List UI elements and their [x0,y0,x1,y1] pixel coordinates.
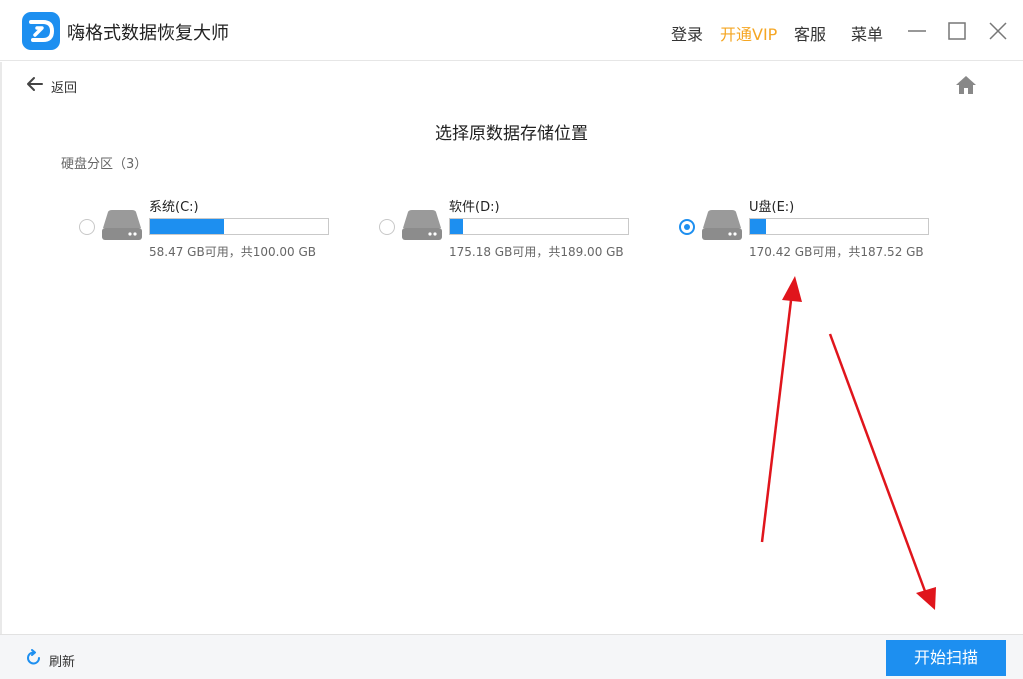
back-button[interactable]: 返回 [25,75,77,97]
left-border [0,62,2,634]
usage-bar [149,218,329,235]
drive-size: 175.18 GB可用，共189.00 GB [449,245,624,259]
minimize-icon[interactable] [904,18,930,44]
drive-item-e[interactable]: U盘(E:) 170.42 GB可用，共187.52 GB [679,190,959,266]
drive-radio[interactable] [679,219,695,235]
menu-link[interactable]: 菜单 [851,21,883,45]
footer-bar: 刷新 开始扫描 [0,634,1023,679]
drive-size: 170.42 GB可用，共187.52 GB [749,245,924,259]
back-label: 返回 [51,80,78,96]
app-logo-icon [22,12,60,50]
arrow-head-down [916,587,936,610]
drive-radio[interactable] [379,219,395,235]
maximize-icon[interactable] [944,18,970,44]
page-title: 选择原数据存储位置 [435,124,588,144]
title-bar: 嗨格式数据恢复大师 登录 开通VIP 客服 菜单 [0,0,1023,61]
hard-disk-icon [101,208,143,246]
close-icon[interactable] [985,18,1011,44]
drive-name: 系统(C:) [149,200,199,215]
refresh-button[interactable]: 刷新 [25,649,75,671]
arrow-head-up [782,276,802,302]
drive-item-c[interactable]: 系统(C:) 58.47 GB可用，共100.00 GB [79,190,359,266]
usage-bar [749,218,929,235]
usage-bar [449,218,629,235]
drive-name: U盘(E:) [749,200,795,215]
home-icon[interactable] [955,74,977,96]
vip-link[interactable]: 开通VIP [720,21,777,45]
hard-disk-icon [401,208,443,246]
annotation-arrows [760,276,936,610]
refresh-icon [25,649,43,671]
start-scan-button[interactable]: 开始扫描 [886,640,1006,676]
usage-bar-fill [450,219,463,234]
usage-bar-fill [750,219,767,234]
section-label: 硬盘分区（3） [61,157,148,172]
app-title: 嗨格式数据恢复大师 [67,23,229,44]
arrow-down-to-start-button [828,333,928,595]
drive-item-d[interactable]: 软件(D:) 175.18 GB可用，共189.00 GB [379,190,659,266]
login-link[interactable]: 登录 [671,21,703,45]
hard-disk-icon [701,208,743,246]
drive-size: 58.47 GB可用，共100.00 GB [149,245,317,259]
refresh-label: 刷新 [49,654,76,670]
drive-radio[interactable] [79,219,95,235]
usage-bar-fill [150,219,224,234]
arrow-up-to-drive-e [760,291,794,543]
service-link[interactable]: 客服 [794,21,826,45]
drive-name: 软件(D:) [449,200,500,215]
arrow-left-icon [25,74,45,98]
